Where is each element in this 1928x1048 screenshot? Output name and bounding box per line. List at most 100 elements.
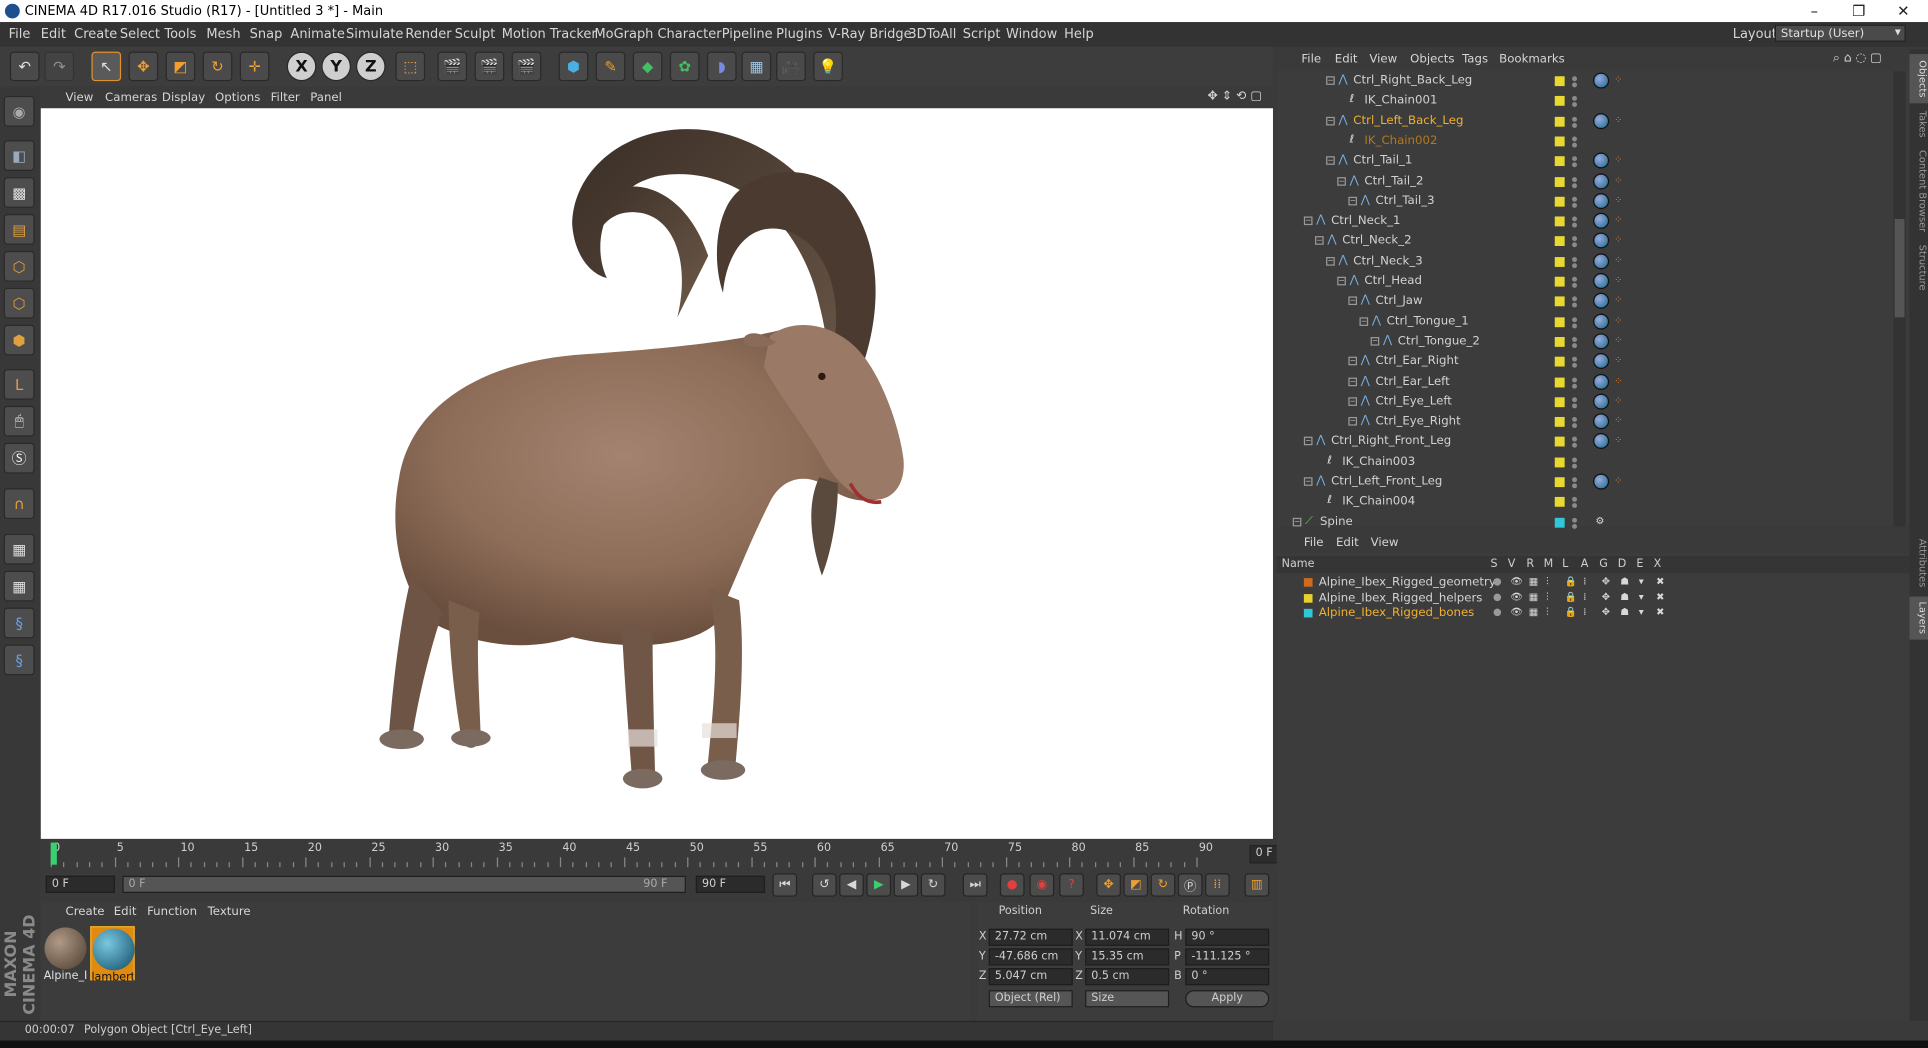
material-menu-texture[interactable]: Texture — [208, 905, 251, 919]
expand-toggle-icon[interactable]: − — [1348, 397, 1358, 406]
object-menu-edit[interactable]: Edit — [1335, 53, 1358, 67]
key-rotation-button[interactable]: ↻ — [1150, 873, 1176, 897]
col-d[interactable]: D — [1618, 558, 1627, 570]
render-visibility-dot[interactable] — [1572, 463, 1578, 469]
col-a[interactable]: A — [1581, 558, 1589, 570]
layer-color-swatch[interactable] — [1554, 196, 1565, 207]
floor-button[interactable]: ▦ — [741, 51, 772, 82]
render-visibility-dot[interactable] — [1572, 282, 1578, 288]
rotate-button[interactable]: ↻ — [202, 51, 233, 82]
object-row[interactable]: − ⋀ Ctrl_Right_Back_Leg ⁘ — [1277, 71, 1910, 91]
render-visibility-dot[interactable] — [1572, 162, 1578, 168]
editor-visibility-dot[interactable] — [1572, 256, 1578, 262]
key-parameter-button[interactable]: Ⓟ — [1177, 873, 1203, 897]
layer-flag-icon[interactable]: ✖ — [1656, 591, 1664, 602]
expand-toggle-icon[interactable]: − — [1326, 116, 1335, 125]
timeline-ruler[interactable]: 051015202530354045505560657075808590 0 F — [40, 840, 1312, 871]
layer-flag-icon[interactable]: ▾ — [1639, 591, 1644, 602]
render-visibility-dot[interactable] — [1572, 343, 1578, 348]
end-frame-field[interactable]: 90 F — [695, 875, 766, 893]
viewport-menu-options[interactable]: Options — [215, 91, 260, 105]
constraint-tag-icon[interactable]: ⁘ — [1614, 295, 1624, 306]
material-tag-icon[interactable] — [1593, 112, 1610, 129]
object-row[interactable]: − ⋀ Ctrl_Tail_2 ⁘ — [1277, 172, 1910, 192]
col-v[interactable]: V — [1508, 558, 1516, 570]
material-tag-icon[interactable] — [1593, 353, 1610, 370]
object-row[interactable]: − ⋀ Ctrl_Tail_3 ⁘ — [1277, 192, 1910, 212]
key-pla-button[interactable]: ⁞⁞ — [1205, 873, 1230, 897]
layer-flag-icon[interactable]: ☗ — [1620, 576, 1629, 587]
object-row[interactable]: − ⋀ Ctrl_Eye_Right ⁘ — [1277, 412, 1910, 432]
render-visibility-dot[interactable] — [1572, 302, 1578, 308]
layer-color-swatch[interactable] — [1554, 76, 1565, 87]
previous-key-button[interactable]: ↺ — [811, 873, 837, 897]
layer-color-swatch[interactable] — [1554, 276, 1565, 287]
pen-spline-button[interactable]: ✎ — [595, 51, 626, 82]
move-button[interactable]: ✥ — [128, 51, 159, 82]
key-scale-button[interactable]: ◩ — [1123, 873, 1149, 897]
cube-button[interactable]: ⬢ — [558, 51, 589, 82]
viewport-menu-panel[interactable]: Panel — [310, 91, 342, 105]
magnet-button[interactable]: ∩ — [3, 488, 35, 520]
object-row[interactable]: − ⋀ Ctrl_Tongue_1 ⁘ — [1277, 312, 1910, 332]
expand-toggle-icon[interactable]: − — [1337, 176, 1346, 186]
object-row[interactable]: ℓ IK_Chain001 — [1277, 91, 1910, 111]
expand-toggle-icon[interactable]: − — [1314, 236, 1324, 246]
expand-toggle-icon[interactable]: − — [1326, 76, 1335, 85]
close-button[interactable]: ✕ — [1881, 0, 1925, 22]
object-row[interactable]: − ⋀ Ctrl_Ear_Right ⁘ — [1277, 352, 1910, 372]
layout-dropdown[interactable]: Startup (User) ▾ — [1774, 24, 1906, 42]
expand-toggle-icon[interactable]: − — [1348, 296, 1358, 306]
menu-animate[interactable]: Animate — [290, 27, 344, 42]
menu-sculpt[interactable]: Sculpt — [455, 27, 496, 42]
deformer-button[interactable]: ◗ — [706, 51, 737, 82]
layer-flag-icon[interactable]: ✖ — [1656, 576, 1664, 587]
material-menu-edit[interactable]: Edit — [114, 905, 137, 919]
pos-x-field[interactable]: 27.72 cm — [988, 928, 1073, 946]
layer-flag-icon[interactable]: ⫶ — [1546, 606, 1548, 618]
object-row[interactable]: − ⋀ Ctrl_Left_Front_Leg ⁘ — [1277, 472, 1910, 492]
render-view-button[interactable]: 🎬 — [437, 51, 468, 82]
undo-button[interactable]: ↶ — [9, 51, 40, 82]
tab-content-browser[interactable]: Content Browser — [1909, 148, 1928, 234]
material-tag-icon[interactable] — [1593, 293, 1610, 310]
y-axis-button[interactable]: Y — [321, 51, 351, 82]
editor-visibility-dot[interactable] — [1572, 437, 1578, 443]
keyframe-selection-button[interactable]: ? — [1059, 873, 1084, 897]
editor-visibility-dot[interactable] — [1572, 196, 1578, 202]
editor-visibility-dot[interactable] — [1572, 336, 1578, 342]
layer-flag-icon[interactable]: 👁 — [1510, 576, 1523, 587]
constraint-tag-icon[interactable]: ⁘ — [1614, 475, 1624, 486]
axis-mode-button[interactable]: L — [3, 369, 35, 400]
layer-row[interactable]: Alpine_Ibex_Rigged_geometry ● 👁 ▦ ⫶ 🔒 ⁞ ✥ ☗ ▾ ✖ — [1277, 576, 1910, 591]
redo-button[interactable]: ↷ — [44, 51, 75, 82]
editor-visibility-dot[interactable] — [1572, 417, 1578, 423]
layer-color-swatch[interactable] — [1554, 397, 1565, 407]
tab-objects[interactable]: Objects — [1909, 54, 1928, 104]
object-row[interactable]: − ⋀ Ctrl_Neck_2 ⁘ — [1277, 232, 1910, 252]
object-row[interactable]: − ⋀ Ctrl_Ear_Left ⁘ — [1277, 372, 1910, 392]
restore-button[interactable]: ❐ — [1837, 0, 1881, 22]
go-to-end-button[interactable]: ⏭ — [962, 873, 988, 897]
editor-visibility-dot[interactable] — [1572, 477, 1578, 483]
constraint-tag-icon[interactable]: ⁘ — [1614, 435, 1624, 446]
layer-flag-icon[interactable]: ▾ — [1639, 606, 1644, 617]
size-z-field[interactable]: 0.5 cm — [1085, 968, 1170, 986]
material-tag-icon[interactable] — [1593, 252, 1610, 269]
material-lambert[interactable]: lambert — [90, 926, 135, 984]
object-menu-tags[interactable]: Tags — [1462, 53, 1488, 67]
viewport-nav-icons[interactable]: ✥ ⇕ ⟲ ▢ — [1207, 90, 1262, 104]
material-tag-icon[interactable] — [1593, 333, 1610, 350]
col-m[interactable]: M — [1544, 558, 1554, 570]
make-editable-button[interactable]: ◉ — [3, 95, 35, 127]
material-tag-icon[interactable] — [1593, 212, 1610, 229]
constraint-tag-icon[interactable]: ⁘ — [1614, 275, 1624, 286]
col-g[interactable]: G — [1599, 558, 1608, 570]
frame-range-slider[interactable]: 0 F 90 F — [122, 875, 686, 893]
menu-render[interactable]: Render — [405, 27, 451, 42]
constraint-tag-icon[interactable]: ⁘ — [1614, 115, 1624, 125]
render-visibility-dot[interactable] — [1572, 222, 1578, 228]
layer-flag-icon[interactable]: 👁 — [1510, 606, 1523, 617]
layer-color-swatch[interactable] — [1554, 336, 1565, 347]
layer-flag-icon[interactable]: ⁞ — [1583, 606, 1586, 617]
